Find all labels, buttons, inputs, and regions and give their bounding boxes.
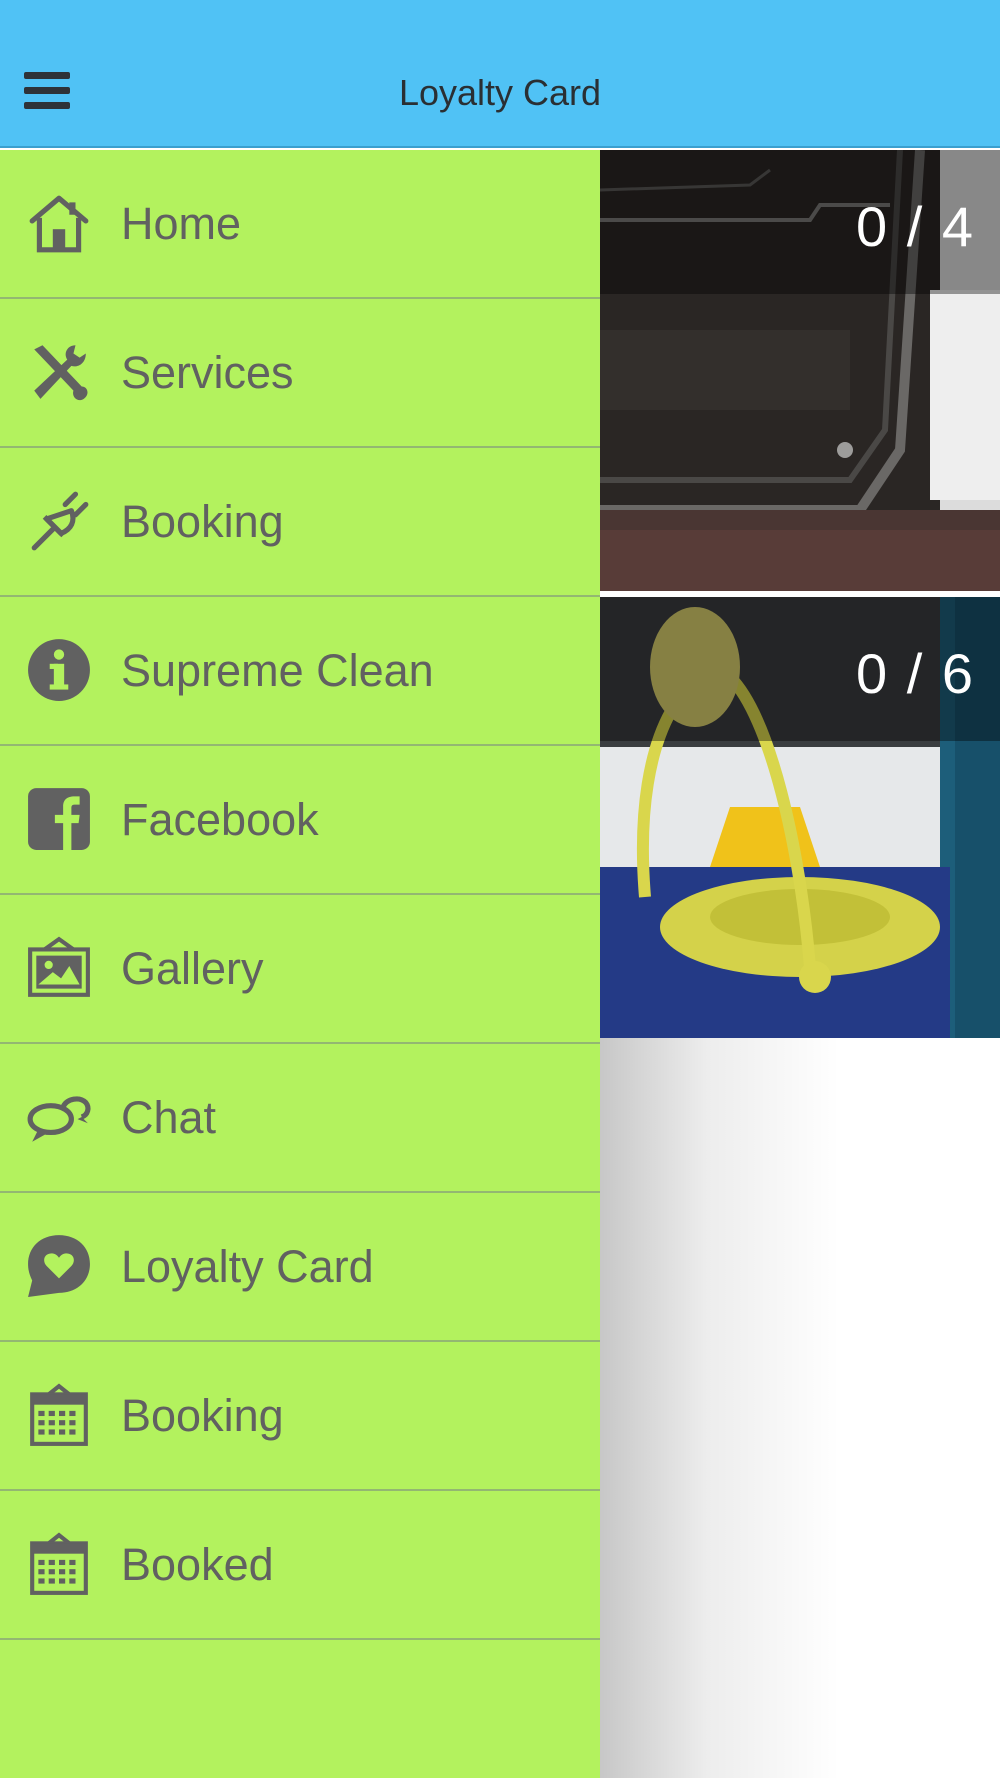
nav-item-home[interactable]: Home	[0, 150, 600, 299]
nav-item-loyalty-card[interactable]: Loyalty Card	[0, 1193, 600, 1342]
plug-icon	[26, 488, 92, 554]
calendar-icon	[26, 1531, 92, 1597]
home-icon	[26, 190, 92, 256]
stamp-count: 0 / 6	[856, 642, 975, 705]
heart-chat-icon	[26, 1233, 92, 1299]
nav-item-facebook[interactable]: Facebook	[0, 746, 600, 895]
nav-item-label: Booking	[121, 1390, 284, 1441]
chat-icon	[26, 1084, 92, 1150]
nav-item-label: Facebook	[121, 794, 319, 845]
stamp-count: 0 / 4	[856, 195, 975, 258]
nav-item-supreme-clean[interactable]: Supreme Clean	[0, 597, 600, 746]
nav-item-label: Chat	[121, 1092, 217, 1143]
drawer-shadow	[600, 1038, 840, 1778]
nav-item-services[interactable]: Services	[0, 299, 600, 448]
nav-item-gallery[interactable]: Gallery	[0, 895, 600, 1044]
loyalty-content: 0 / 4 0 / 6	[600, 150, 1000, 1778]
nav-item-booking[interactable]: Booking	[0, 448, 600, 597]
app-header: Loyalty Card	[0, 0, 1000, 148]
page-title: Loyalty Card	[398, 72, 602, 113]
nav-item-label: Gallery	[121, 943, 264, 994]
tools-icon	[26, 339, 92, 405]
nav-item-label: Booked	[121, 1539, 274, 1590]
nav-item-booked[interactable]: Booked	[0, 1491, 600, 1640]
loyalty-card-oven[interactable]: 0 / 4	[600, 150, 1000, 591]
navigation-drawer: Home Services Booking Supreme Clean Face…	[0, 150, 600, 1778]
nav-item-label: Services	[121, 347, 294, 398]
nav-item-label: Home	[121, 198, 242, 249]
nav-item-booking-calendar[interactable]: Booking	[0, 1342, 600, 1491]
nav-item-label: Loyalty Card	[121, 1241, 374, 1292]
nav-item-label: Booking	[121, 496, 284, 547]
gallery-icon	[26, 935, 92, 1001]
nav-item-chat[interactable]: Chat	[0, 1044, 600, 1193]
calendar-icon	[26, 1382, 92, 1448]
nav-item-label: Supreme Clean	[121, 645, 434, 696]
loyalty-card-mop[interactable]: 0 / 6	[600, 597, 1000, 1038]
info-icon	[26, 637, 92, 703]
facebook-icon	[26, 786, 92, 852]
